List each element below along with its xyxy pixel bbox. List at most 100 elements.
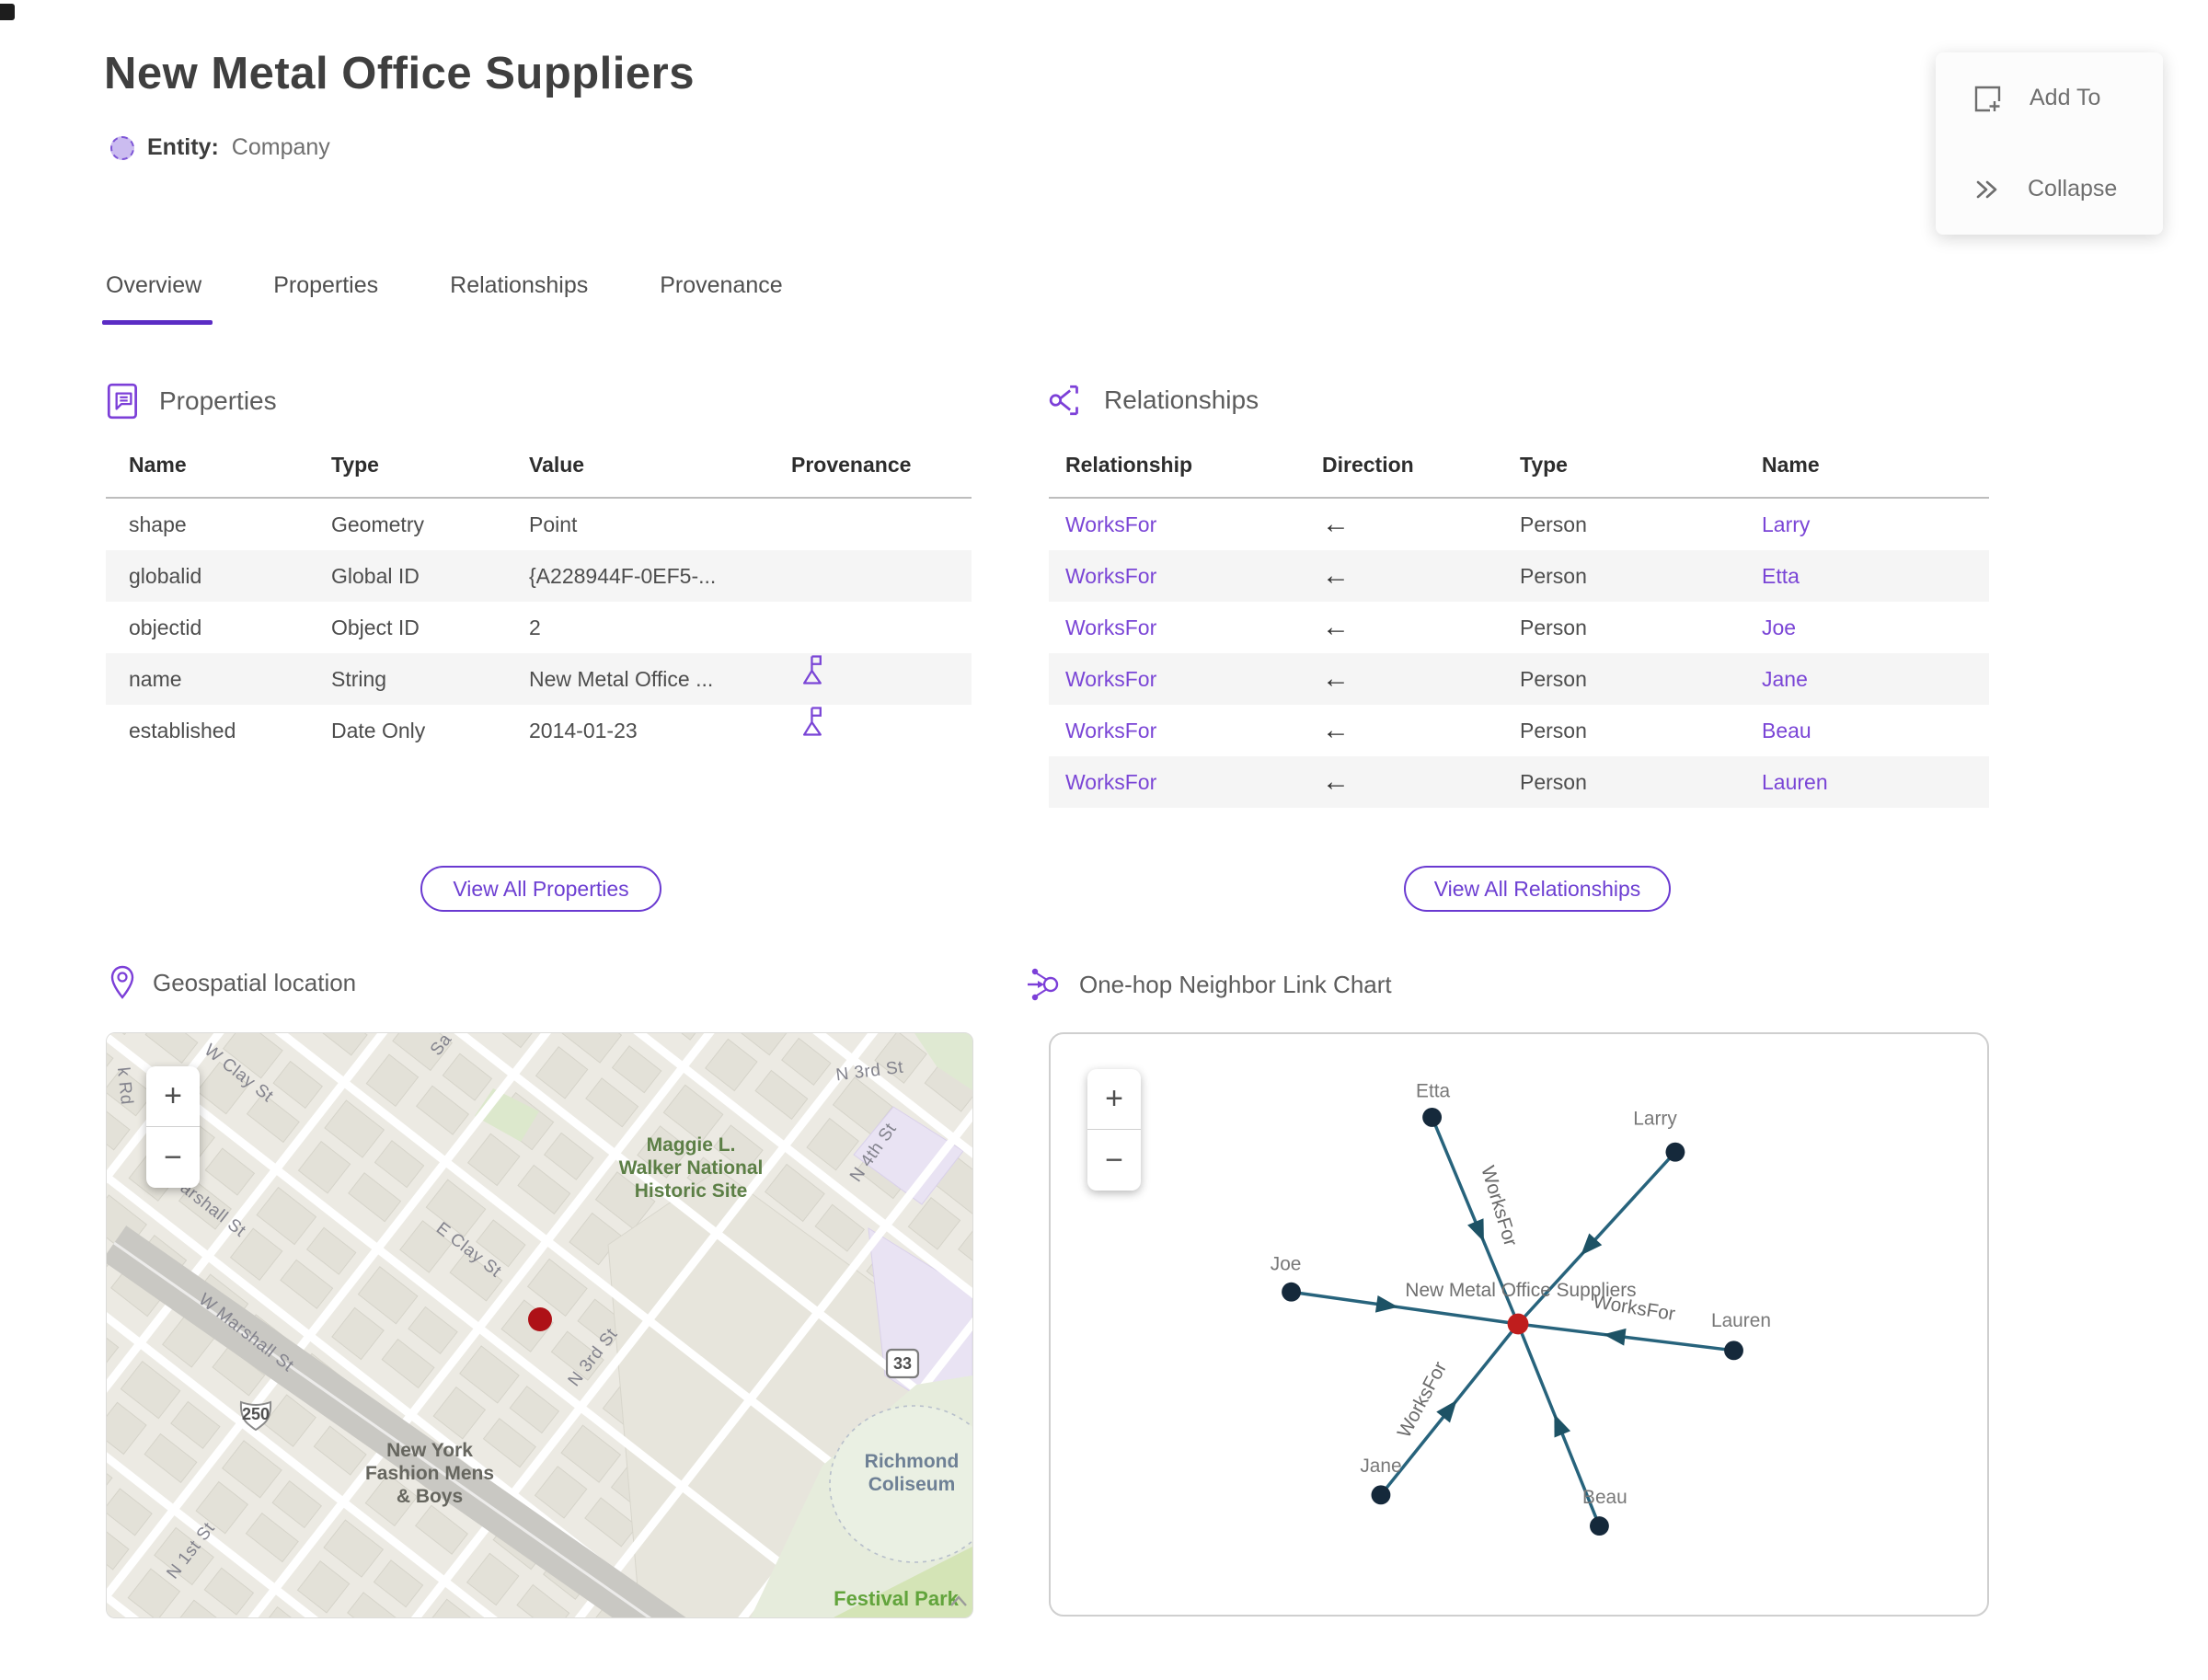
chart-node-label: Lauren <box>1711 1310 1771 1331</box>
table-row: WorksFor ← Person Etta <box>1049 550 1989 602</box>
property-type: Object ID <box>331 616 420 639</box>
relationships-section-header: Relationships <box>1047 381 1259 420</box>
relationships-table-header: Relationship Direction Type Name <box>1049 440 1989 499</box>
relationship-link[interactable]: WorksFor <box>1065 499 1156 550</box>
collapse-chevrons-icon <box>1976 180 1997 198</box>
related-entity-type: Person <box>1520 667 1587 691</box>
related-entity-link[interactable]: Larry <box>1762 499 1810 550</box>
map-zoom-in-button[interactable]: + <box>146 1066 200 1127</box>
geospatial-map[interactable]: 250 33 k Rd W Clay St Sa N 3rd St N 4th St Mag… <box>106 1032 973 1618</box>
chart-zoom-control: + − <box>1087 1069 1141 1191</box>
chart-node-label: Larry <box>1633 1108 1677 1129</box>
column-header: Type <box>1520 453 1568 477</box>
geospatial-section-title: Geospatial location <box>153 968 357 996</box>
table-row: shape Geometry Point <box>106 499 972 550</box>
properties-table-header: Name Type Value Provenance <box>106 440 972 499</box>
table-row: globalid Global ID {A228944F-0EF5-... <box>106 550 972 602</box>
link-chart-section-title: One-hop Neighbor Link Chart <box>1079 970 1392 998</box>
chart-zoom-in-button[interactable]: + <box>1087 1069 1141 1130</box>
edge-arrowhead <box>1554 1413 1571 1438</box>
map-location-marker <box>528 1307 552 1331</box>
relationship-link[interactable]: WorksFor <box>1065 653 1156 705</box>
direction-arrow: ← <box>1322 509 1350 539</box>
tab-provenance[interactable]: Provenance <box>660 272 782 325</box>
related-entity-type: Person <box>1520 616 1587 639</box>
property-type: Date Only <box>331 719 426 742</box>
properties-section-title: Properties <box>159 386 277 415</box>
properties-icon <box>107 383 137 420</box>
relationship-link[interactable]: WorksFor <box>1065 756 1156 808</box>
collapse-button[interactable]: Collapse <box>1936 144 2163 235</box>
map-zoom-control: + − <box>146 1066 200 1188</box>
relationship-link[interactable]: WorksFor <box>1065 602 1156 653</box>
chart-zoom-out-button[interactable]: − <box>1087 1130 1141 1191</box>
one-hop-link-chart[interactable]: WorksFor WorksFor WorksFor Etta Larry Joe Laur… <box>1049 1032 1989 1617</box>
column-header: Type <box>331 453 379 477</box>
tab-properties[interactable]: Properties <box>273 272 378 325</box>
map-label: k Rd <box>113 1066 136 1106</box>
related-entity-link[interactable]: Jane <box>1762 653 1808 705</box>
property-value: Point <box>529 512 578 536</box>
tab-relationships[interactable]: Relationships <box>450 272 588 325</box>
property-value: 2 <box>529 616 541 639</box>
edge-label: WorksFor <box>1394 1358 1452 1441</box>
property-type: Global ID <box>331 564 420 588</box>
relationship-link[interactable]: WorksFor <box>1065 550 1156 602</box>
column-header: Name <box>129 453 187 477</box>
column-header: Direction <box>1322 453 1414 477</box>
link-chart-section-header: One-hop Neighbor Link Chart <box>1026 966 1392 1003</box>
related-entity-link[interactable]: Etta <box>1762 550 1800 602</box>
svg-text:33: 33 <box>893 1354 912 1373</box>
related-entity-link[interactable]: Lauren <box>1762 756 1828 808</box>
add-to-button[interactable]: Add To <box>1936 52 2163 144</box>
view-all-relationships-button[interactable]: View All Relationships <box>1404 866 1671 912</box>
property-value: 2014-01-23 <box>529 719 638 742</box>
chart-node-etta[interactable] <box>1422 1107 1443 1127</box>
chart-node-beau[interactable] <box>1590 1516 1609 1536</box>
relationships-icon <box>1049 385 1078 416</box>
property-value: New Metal Office ... <box>529 667 714 691</box>
route-shield-33: 33 <box>885 1348 920 1379</box>
table-row: WorksFor ← Person Jane <box>1049 653 1989 705</box>
direction-arrow: ← <box>1322 663 1350 694</box>
related-entity-link[interactable]: Joe <box>1762 602 1796 653</box>
related-entity-type: Person <box>1520 564 1587 588</box>
edge-arrowhead <box>1467 1218 1484 1242</box>
property-name: globalid <box>129 564 202 588</box>
column-header: Provenance <box>791 453 912 477</box>
direction-arrow: ← <box>1322 560 1350 591</box>
chart-node-jane[interactable] <box>1371 1485 1391 1505</box>
entity-label: Entity: <box>147 134 219 160</box>
relationship-link[interactable]: WorksFor <box>1065 705 1156 756</box>
provenance-flag-icon[interactable] <box>800 653 825 705</box>
related-entity-type: Person <box>1520 512 1587 536</box>
entity-type-value: Company <box>231 134 330 160</box>
add-to-label: Add To <box>2030 85 2101 110</box>
direction-arrow: ← <box>1322 766 1350 797</box>
tab-overview[interactable]: Overview <box>101 272 213 325</box>
chart-node-label: Etta <box>1416 1081 1451 1102</box>
property-type: Geometry <box>331 512 424 536</box>
chart-node-lauren[interactable] <box>1724 1341 1743 1361</box>
related-entity-link[interactable]: Beau <box>1762 705 1811 756</box>
related-entity-type: Person <box>1520 770 1587 794</box>
chart-center-node[interactable] <box>1507 1313 1529 1335</box>
property-name: established <box>129 719 236 742</box>
map-canvas: 25033 k Rd W Clay St SaN 3rd StN 4th StMag… <box>107 1033 972 1617</box>
chart-node-joe[interactable] <box>1282 1282 1302 1302</box>
chart-node-larry[interactable] <box>1665 1142 1685 1162</box>
actions-panel: Add To Collapse <box>1936 52 2163 235</box>
app-corner-mark <box>0 4 15 20</box>
provenance-flag-icon[interactable] <box>800 705 825 756</box>
view-all-properties-button[interactable]: View All Properties <box>420 866 661 912</box>
column-header: Name <box>1762 453 1820 477</box>
svg-text:250: 250 <box>242 1405 270 1423</box>
table-row: name String New Metal Office ... <box>106 653 972 705</box>
related-entity-type: Person <box>1520 719 1587 742</box>
property-type: String <box>331 667 387 691</box>
link-chart-canvas: WorksForWorksForWorksForEttaLarryJoeLaur… <box>1271 1081 1771 1536</box>
edge-arrowhead <box>1374 1295 1398 1313</box>
map-zoom-out-button[interactable]: − <box>146 1127 200 1188</box>
column-header: Value <box>529 453 585 477</box>
entity-type-dot <box>110 135 134 160</box>
